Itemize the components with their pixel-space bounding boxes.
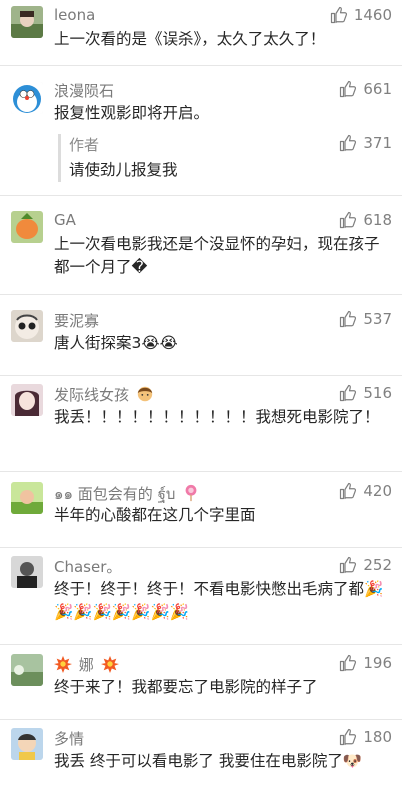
- comment-text: 上一次看电影我还是个没显怀的孕妇，现在孩子都一个月了�: [54, 235, 380, 276]
- thumbs-up-icon: [340, 728, 357, 746]
- thumbs-up-icon: [340, 482, 357, 500]
- avatar[interactable]: [11, 82, 43, 114]
- like-count: 661: [363, 80, 392, 98]
- username[interactable]: 要泥寡: [54, 310, 99, 331]
- thumbs-up-icon: [340, 134, 357, 152]
- like-button[interactable]: 1460: [330, 6, 392, 24]
- comment-item: 多情 180 我丢 终于可以看电影了 我要住在电影院了🐶: [0, 722, 402, 793]
- comment-item: 要泥寡 537 唐人街探案3😭😭: [0, 304, 402, 376]
- like-button[interactable]: 252: [339, 556, 392, 574]
- burst-emoji-icon: [54, 655, 72, 673]
- burst-emoji-icon: [100, 655, 119, 673]
- lollipop-emoji-icon: [185, 484, 197, 502]
- comment-item: GA 618 上一次看电影我还是个没显怀的孕妇，现在孩子都一个月了�: [0, 205, 402, 295]
- avatar[interactable]: [11, 728, 43, 760]
- like-button[interactable]: 180: [339, 728, 392, 746]
- comment-item: ๑๑ 面包会有的 ฐ์บ 420 半年的心酸都在这几个字里面: [0, 476, 402, 548]
- username[interactable]: Chaser。: [54, 556, 121, 577]
- like-count: 196: [363, 654, 392, 672]
- avatar[interactable]: [11, 310, 43, 342]
- like-count: 252: [363, 556, 392, 574]
- like-count: 371: [363, 134, 392, 152]
- like-button[interactable]: 371: [339, 134, 392, 152]
- username-text: 娜: [78, 656, 94, 674]
- thumbs-up-icon: [340, 654, 357, 672]
- comment-text: 上一次看的是《误杀》，太久了太久了！: [54, 30, 326, 48]
- username-text: 发际线女孩: [54, 386, 130, 404]
- reply-text: 请使劲儿报复我: [69, 161, 178, 179]
- avatar[interactable]: [11, 211, 43, 243]
- like-button[interactable]: 196: [339, 654, 392, 672]
- thumbs-up-icon: [330, 6, 347, 24]
- author-reply: 作者 371 请使劲儿报复我: [58, 134, 392, 182]
- username-text: ๑๑ 面包会有的 ฐ์บ: [54, 485, 176, 503]
- comment-item: leona 1460 上一次看的是《误杀》，太久了太久了！: [0, 0, 402, 66]
- thumbs-up-icon: [340, 80, 357, 98]
- username[interactable]: ๑๑ 面包会有的 ฐ์บ: [54, 482, 200, 506]
- comment-text: 我丢！！！！！！！！！！！我想死电影院了！: [54, 408, 380, 426]
- comment-text: 终于！终于！终于！不看电影快憋出毛病了都🎉🎉🎉🎉🎉🎉🎉🎉: [54, 580, 384, 621]
- like-button[interactable]: 661: [339, 80, 392, 98]
- comment-item: 浪漫陨石 661 报复性观影即将开启。 作者 371 请使劲儿报复我: [0, 76, 402, 196]
- comment-text: 终于来了！我都要忘了电影院的样子了: [54, 678, 318, 696]
- username[interactable]: 多情: [54, 728, 84, 749]
- comment-text: 我丢 终于可以看电影了 我要住在电影院了🐶: [54, 752, 363, 770]
- thumbs-up-icon: [340, 211, 357, 229]
- username[interactable]: GA: [54, 211, 76, 229]
- thumbs-up-icon: [340, 310, 357, 328]
- avatar[interactable]: [11, 482, 43, 514]
- like-count: 180: [363, 728, 392, 746]
- like-count: 537: [363, 310, 392, 328]
- like-button[interactable]: 537: [339, 310, 392, 328]
- comment-item: 娜 196 终于来了！我都要忘了电影院的样子了: [0, 648, 402, 720]
- username[interactable]: leona: [54, 6, 95, 24]
- comment-item: 发际线女孩 516 我丢！！！！！！！！！！！我想死电影院了！: [0, 378, 402, 472]
- comment-text: 报复性观影即将开启。: [54, 104, 210, 122]
- avatar[interactable]: [11, 556, 43, 588]
- avatar[interactable]: [11, 654, 43, 686]
- comment-text: 唐人街探案3😭😭: [54, 334, 178, 352]
- girl-emoji-icon: [137, 386, 152, 402]
- comment-item: Chaser。 252 终于！终于！终于！不看电影快憋出毛病了都🎉🎉🎉🎉🎉🎉🎉🎉: [0, 550, 402, 645]
- comment-text: 半年的心酸都在这几个字里面: [54, 506, 256, 524]
- thumbs-up-icon: [340, 556, 357, 574]
- like-count: 1460: [353, 6, 392, 24]
- like-button[interactable]: 516: [339, 384, 392, 402]
- username[interactable]: 娜: [54, 654, 119, 675]
- like-button[interactable]: 618: [339, 211, 392, 229]
- like-count: 420: [363, 482, 392, 500]
- username[interactable]: 浪漫陨石: [54, 80, 114, 101]
- like-count: 618: [363, 211, 392, 229]
- like-button[interactable]: 420: [339, 482, 392, 500]
- avatar[interactable]: [11, 6, 43, 38]
- username[interactable]: 发际线女孩: [54, 384, 154, 405]
- thumbs-up-icon: [340, 384, 357, 402]
- avatar[interactable]: [11, 384, 43, 416]
- like-count: 516: [363, 384, 392, 402]
